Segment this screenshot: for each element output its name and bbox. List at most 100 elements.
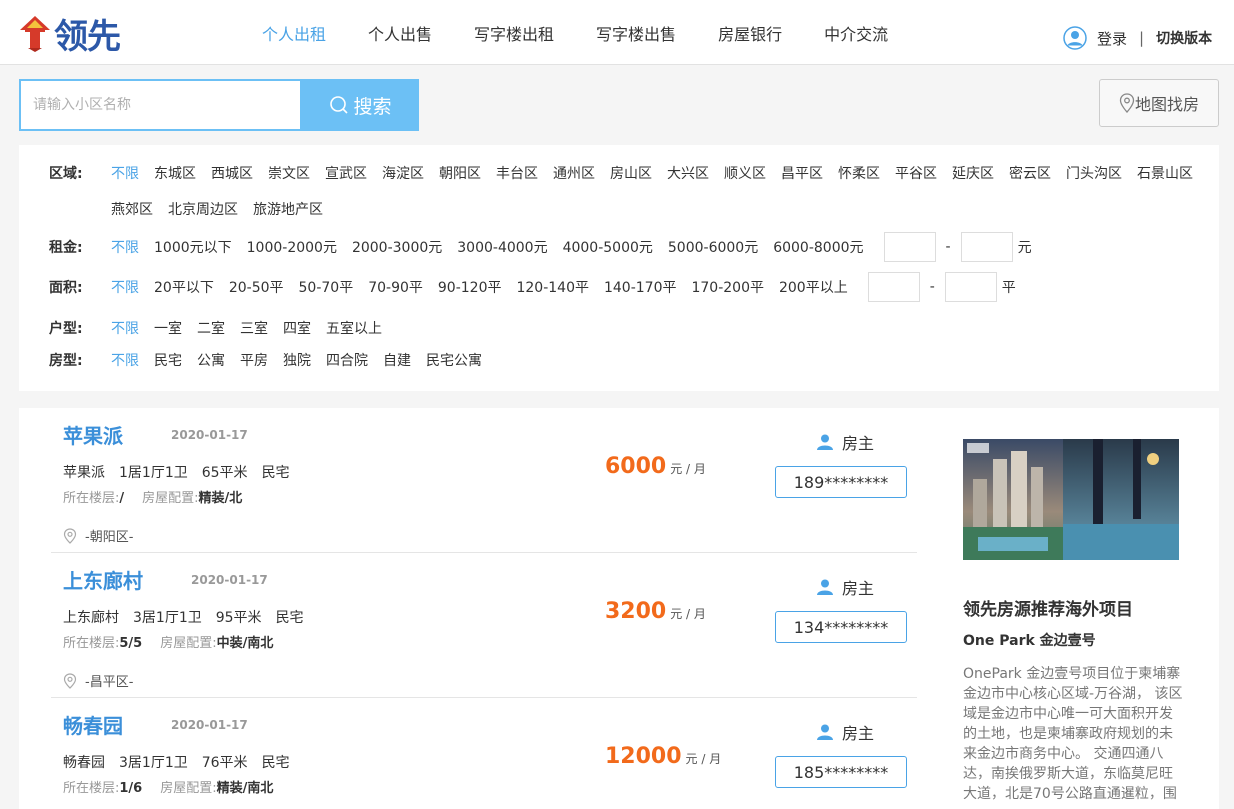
listing-floor-config: 所在楼层:5/5 房屋配置:中装/南北 bbox=[63, 632, 291, 651]
filter-option[interactable]: 三室 bbox=[240, 318, 268, 338]
filter-option[interactable]: 北京周边区 bbox=[168, 199, 238, 219]
promo-title[interactable]: 领先房源推荐海外项目 bbox=[963, 595, 1133, 620]
filter-option[interactable]: 120-140平 bbox=[516, 277, 589, 297]
filter-option[interactable]: 不限 bbox=[111, 318, 139, 338]
owner-label: 房主 bbox=[842, 434, 875, 453]
filter-option[interactable]: 170-200平 bbox=[691, 277, 764, 297]
phone-button[interactable]: 189******** bbox=[775, 466, 907, 498]
area-max-input[interactable] bbox=[944, 272, 997, 302]
nav-item[interactable]: 写字楼出售 bbox=[596, 21, 676, 45]
floor-label: 所在楼层: bbox=[63, 781, 120, 796]
listing-type: 民宅 bbox=[261, 465, 290, 481]
listing-title[interactable]: 上东廊村 bbox=[63, 565, 143, 594]
filter-option[interactable]: 宣武区 bbox=[325, 163, 367, 183]
filter-option[interactable]: 70-90平 bbox=[368, 277, 423, 297]
filter-option[interactable]: 不限 bbox=[111, 237, 139, 257]
community-search-input[interactable] bbox=[19, 79, 302, 131]
filter-option[interactable]: 独院 bbox=[283, 350, 311, 370]
filter-option[interactable]: 丰台区 bbox=[496, 163, 538, 183]
filter-option[interactable]: 二室 bbox=[197, 318, 225, 338]
filter-option[interactable]: 朝阳区 bbox=[439, 163, 481, 183]
nav-item[interactable]: 房屋银行 bbox=[718, 21, 782, 45]
switch-version-link[interactable]: 切换版本 bbox=[1156, 28, 1212, 48]
filter-option[interactable]: 石景山区 bbox=[1137, 163, 1193, 183]
phone-button[interactable]: 134******** bbox=[775, 611, 907, 643]
floor-value: 5/5 bbox=[119, 636, 143, 651]
filter-option[interactable]: 2000-3000元 bbox=[352, 237, 442, 257]
filter-option[interactable]: 1000元以下 bbox=[154, 237, 232, 257]
phone-button[interactable]: 185******** bbox=[775, 756, 907, 788]
listing-title[interactable]: 苹果派 bbox=[63, 420, 123, 449]
filter-option[interactable]: 崇文区 bbox=[268, 163, 310, 183]
filter-option[interactable]: 90-120平 bbox=[438, 277, 502, 297]
filter-option[interactable]: 燕郊区 bbox=[111, 199, 153, 219]
filter-option[interactable]: 东城区 bbox=[154, 163, 196, 183]
listing-price: 6000 元 / 月 bbox=[605, 454, 706, 479]
filter-option[interactable]: 20-50平 bbox=[229, 277, 284, 297]
filter-option[interactable]: 四室 bbox=[283, 318, 311, 338]
filter-option[interactable]: 不限 bbox=[111, 350, 139, 370]
price-unit: 元 / 月 bbox=[670, 607, 706, 621]
filter-option[interactable]: 房山区 bbox=[610, 163, 652, 183]
filter-option[interactable]: 不限 bbox=[111, 163, 139, 183]
filter-option[interactable]: 一室 bbox=[154, 318, 182, 338]
nav-item[interactable]: 中介交流 bbox=[824, 21, 888, 45]
floor-value: / bbox=[119, 491, 125, 506]
filter-option[interactable]: 五室以上 bbox=[326, 318, 382, 338]
filter-option[interactable]: 门头沟区 bbox=[1066, 163, 1122, 183]
filter-option[interactable]: 平谷区 bbox=[895, 163, 937, 183]
person-icon bbox=[817, 724, 833, 740]
listing-item[interactable]: 上东廊村 2020-01-17 上东廊村 3居1厅1卫 95平米 民宅 所在楼层:5/5 房屋… bbox=[51, 553, 917, 698]
filter-option[interactable]: 通州区 bbox=[553, 163, 595, 183]
nav-item[interactable]: 写字楼出租 bbox=[474, 21, 554, 45]
filter-option[interactable]: 200平以上 bbox=[779, 277, 848, 297]
filter-option[interactable]: 自建 bbox=[383, 350, 411, 370]
filter-option[interactable]: 西城区 bbox=[211, 163, 253, 183]
listing-meta: 苹果派 1居1厅1卫 65平米 民宅 bbox=[63, 462, 304, 482]
promo-image[interactable] bbox=[963, 439, 1179, 560]
filter-option[interactable]: 民宅 bbox=[154, 350, 182, 370]
filter-row-district: 区域: 不限 东城区 西城区 崇文区 宣武区 海淀区 朝阳区 丰台区 通州区 房山区 大兴区 顺义区昌… bbox=[49, 163, 1208, 183]
listing-item[interactable]: 苹果派 2020-01-17 苹果派 1居1厅1卫 65平米 民宅 所在楼层:/ 房屋配置:精… bbox=[51, 408, 917, 553]
filter-option[interactable]: 20平以下 bbox=[154, 277, 214, 297]
listing-type: 民宅 bbox=[261, 755, 290, 771]
filter-option[interactable]: 延庆区 bbox=[952, 163, 994, 183]
logo[interactable]: 领先 bbox=[18, 12, 121, 57]
listing-floor-config: 所在楼层:1/6 房屋配置:精装/南北 bbox=[63, 777, 291, 796]
listing-item[interactable]: 畅春园 2020-01-17 畅春园 3居1厅1卫 76平米 民宅 所在楼层:1/6 房屋配置… bbox=[51, 698, 917, 809]
filter-panel: 区域: 不限 东城区 西城区 崇文区 宣武区 海淀区 朝阳区 丰台区 通州区 房山区 大兴区 顺义区昌… bbox=[19, 145, 1219, 391]
filter-option[interactable]: 民宅公寓 bbox=[426, 350, 482, 370]
filter-option[interactable]: 顺义区 bbox=[724, 163, 766, 183]
filter-option[interactable]: 四合院 bbox=[326, 350, 368, 370]
filter-option[interactable]: 6000-8000元 bbox=[773, 237, 863, 257]
filter-option[interactable]: 5000-6000元 bbox=[668, 237, 758, 257]
filter-option[interactable]: 昌平区 bbox=[781, 163, 823, 183]
rent-max-input[interactable] bbox=[960, 232, 1013, 262]
filter-option[interactable]: 4000-5000元 bbox=[563, 237, 653, 257]
nav-item[interactable]: 个人出售 bbox=[368, 21, 432, 45]
area-min-input[interactable] bbox=[867, 272, 920, 302]
filter-option[interactable]: 密云区 bbox=[1009, 163, 1051, 183]
filter-option[interactable]: 3000-4000元 bbox=[457, 237, 547, 257]
map-search-button[interactable]: 地图找房 bbox=[1099, 79, 1219, 127]
filter-option[interactable]: 旅游地产区 bbox=[253, 199, 323, 219]
location-pin-icon bbox=[63, 672, 77, 689]
nav-item[interactable]: 个人出租 bbox=[262, 21, 326, 45]
filter-option[interactable]: 大兴区 bbox=[667, 163, 709, 183]
filter-option[interactable]: 公寓 bbox=[197, 350, 225, 370]
filter-option[interactable]: 不限 bbox=[111, 277, 139, 297]
filter-option[interactable]: 140-170平 bbox=[604, 277, 677, 297]
user-avatar-icon[interactable] bbox=[1063, 26, 1087, 50]
filter-option[interactable]: 怀柔区 bbox=[838, 163, 880, 183]
login-link[interactable]: 登录 bbox=[1097, 28, 1127, 49]
search-button[interactable]: 搜索 bbox=[302, 79, 419, 131]
filter-option[interactable]: 海淀区 bbox=[382, 163, 424, 183]
listing-title[interactable]: 畅春园 bbox=[63, 710, 123, 739]
filter-option[interactable]: 50-70平 bbox=[299, 277, 354, 297]
filter-option[interactable]: 1000-2000元 bbox=[247, 237, 337, 257]
range-separator: - bbox=[929, 279, 935, 295]
filter-option[interactable]: 平房 bbox=[240, 350, 268, 370]
config-label: 房屋配置: bbox=[160, 636, 217, 651]
listing-panel: 苹果派 2020-01-17 苹果派 1居1厅1卫 65平米 民宅 所在楼层:/房屋配置:精… bbox=[19, 408, 1219, 809]
rent-min-input[interactable] bbox=[883, 232, 936, 262]
